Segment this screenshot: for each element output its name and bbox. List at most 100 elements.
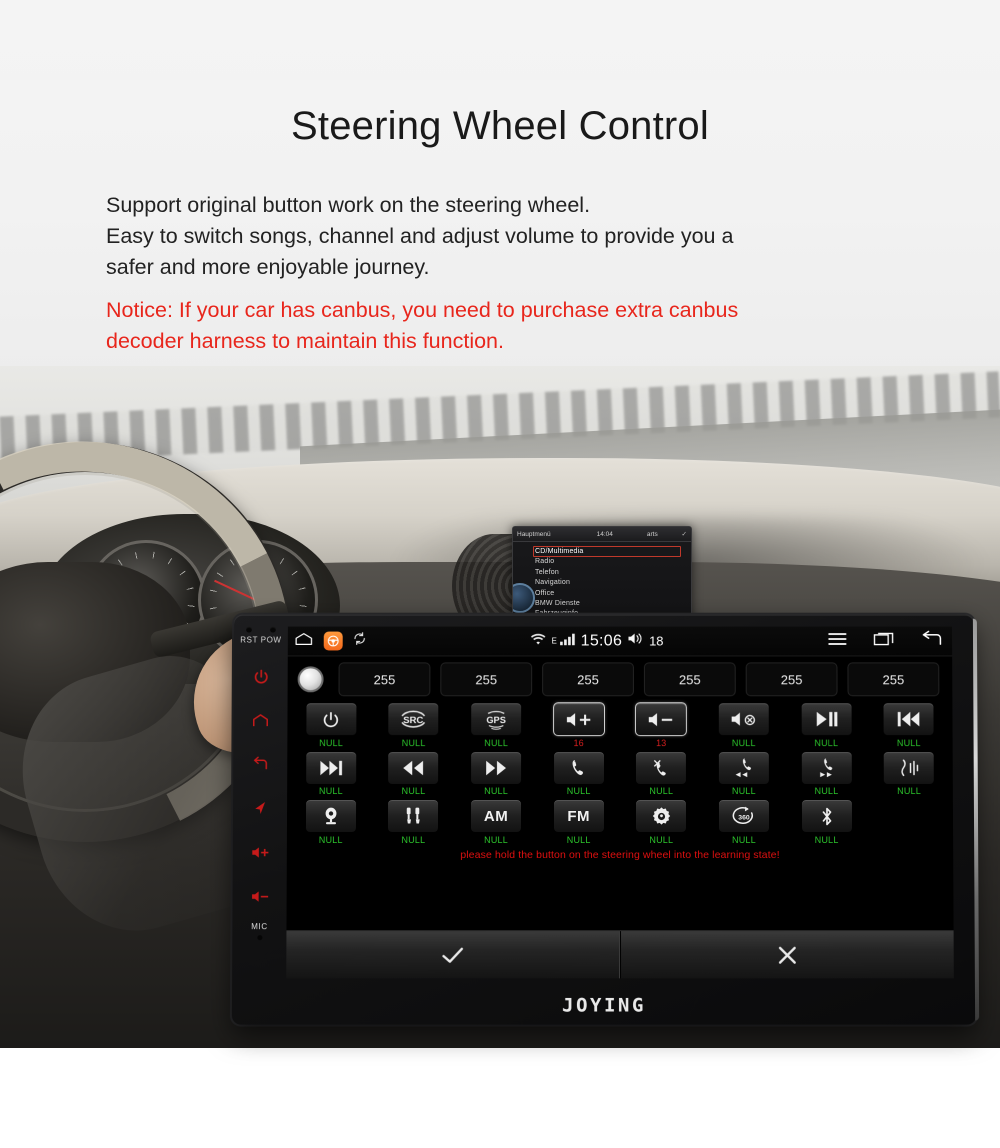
navigation-button[interactable] xyxy=(245,796,275,820)
key-value-field[interactable]: 255 xyxy=(745,662,838,697)
function-cell-360: 360 NULL xyxy=(706,799,782,845)
rst-pow-label: RST POW xyxy=(240,636,281,645)
phone-hangup-function-button[interactable] xyxy=(635,750,688,785)
learning-state-message: please hold the button on the steering w… xyxy=(460,848,780,861)
volume-down-function-button[interactable] xyxy=(635,702,688,737)
svg-text:GPS: GPS xyxy=(487,715,506,725)
fast-forward-function-button[interactable] xyxy=(470,750,523,785)
rewind-function-button[interactable] xyxy=(387,750,440,785)
function-cell-power: NULL xyxy=(293,702,369,748)
description-line-1: Support original button work on the stee… xyxy=(106,193,591,217)
function-label: NULL xyxy=(649,786,674,797)
pow-label: POW xyxy=(260,635,282,645)
function-cell-voice: NULL xyxy=(871,750,947,796)
key-value-field[interactable]: 255 xyxy=(338,662,431,697)
volume-up-function-button[interactable] xyxy=(552,702,605,737)
function-cell-play-pause: NULL xyxy=(788,702,864,748)
key-value-row: 255 255 255 255 255 255 xyxy=(288,656,953,700)
function-label: NULL xyxy=(401,786,426,797)
am-label: AM xyxy=(483,807,509,825)
aux-function-button[interactable] xyxy=(387,799,440,833)
back-button[interactable] xyxy=(245,752,275,776)
head-unit-device: RST POW MIC E 15:06 18 255 255 255 255 2… xyxy=(231,614,977,1025)
clock: 15:06 xyxy=(580,632,623,649)
phone-answer-function-button[interactable] xyxy=(552,750,605,785)
rotate-360-function-button[interactable]: 360 xyxy=(717,799,770,833)
canbus-notice: Notice: If your car has canbus, you need… xyxy=(106,295,896,357)
key-value-field[interactable]: 255 xyxy=(542,662,634,697)
power-button[interactable] xyxy=(246,664,276,688)
power-function-button[interactable] xyxy=(305,702,358,737)
function-label: NULL xyxy=(814,786,839,797)
play-pause-function-button[interactable] xyxy=(800,702,853,737)
previous-track-function-button[interactable] xyxy=(882,702,935,737)
volume-value: 18 xyxy=(649,633,664,649)
fm-function-button[interactable]: FM xyxy=(552,799,605,833)
android-status-bar: E 15:06 18 xyxy=(287,626,953,657)
function-cell-camera: NULL xyxy=(293,799,369,845)
sync-icon[interactable] xyxy=(353,632,367,651)
confirm-button[interactable] xyxy=(286,931,619,978)
function-label: NULL xyxy=(484,737,509,748)
steering-wheel-app-icon[interactable] xyxy=(323,631,343,651)
power-pinhole[interactable] xyxy=(269,626,276,633)
function-cell-settings: NULL xyxy=(623,799,699,845)
recents-icon[interactable] xyxy=(873,631,894,652)
phone-next-function-button[interactable] xyxy=(800,750,853,785)
volume-up-button[interactable] xyxy=(245,840,275,864)
svg-text:SRC: SRC xyxy=(404,715,424,726)
svg-text:360: 360 xyxy=(738,814,750,821)
function-cell-next: NULL xyxy=(293,750,369,797)
volume-down-button[interactable] xyxy=(245,884,275,908)
function-cell-previous: NULL xyxy=(871,702,947,748)
back-icon[interactable] xyxy=(920,630,942,652)
function-label: NULL xyxy=(319,737,344,748)
settings-function-button[interactable] xyxy=(635,799,688,833)
home-button[interactable] xyxy=(245,708,275,732)
status-led-indicator xyxy=(297,666,324,693)
volume-mute-function-button[interactable] xyxy=(717,702,770,737)
src-function-button[interactable]: SRC xyxy=(387,702,440,737)
device-screen: E 15:06 18 255 255 255 255 255 255 NULL … xyxy=(286,626,954,979)
function-label: 16 xyxy=(573,737,584,748)
header-section: Steering Wheel Control Support original … xyxy=(0,0,1000,372)
function-label: NULL xyxy=(731,737,756,748)
function-label: NULL xyxy=(732,834,756,845)
function-cell-aux: NULL xyxy=(376,799,452,845)
function-cell-volume-up: 16 xyxy=(541,702,617,748)
camera-function-button[interactable] xyxy=(304,799,357,833)
wifi-icon xyxy=(530,632,546,650)
grid-row: NULL SRC NULL GPS NULL 16 13 NULL NULL N… xyxy=(293,702,947,748)
phone-previous-function-button[interactable] xyxy=(717,750,770,785)
function-label: NULL xyxy=(814,737,839,748)
gps-function-button[interactable]: GPS xyxy=(470,702,523,737)
next-track-function-button[interactable] xyxy=(304,750,358,785)
function-cell-src: SRC NULL xyxy=(376,702,452,748)
menu-icon[interactable] xyxy=(827,631,847,651)
function-label: NULL xyxy=(319,786,343,797)
volume-icon[interactable] xyxy=(627,632,644,651)
grid-row: NULL NULL AM NULL FM NULL NULL 360 NULL … xyxy=(293,799,947,845)
bluetooth-function-button[interactable] xyxy=(800,799,853,833)
mic-label: MIC xyxy=(251,922,268,932)
description-line-3: safer and more enjoyable journey. xyxy=(106,255,430,279)
am-function-button[interactable]: AM xyxy=(470,799,523,833)
idrive-menu-item: Navigation xyxy=(535,579,571,587)
idrive-label: arts xyxy=(646,530,658,538)
key-value-field[interactable]: 255 xyxy=(440,662,533,697)
function-label: NULL xyxy=(649,834,674,845)
function-label: NULL xyxy=(566,786,591,797)
function-label: NULL xyxy=(401,737,426,748)
voice-command-function-button[interactable] xyxy=(882,750,936,785)
key-value-field[interactable]: 255 xyxy=(643,662,736,697)
key-value-field[interactable]: 255 xyxy=(847,662,940,697)
signal-bars-icon xyxy=(559,632,576,650)
function-label: NULL xyxy=(731,786,756,797)
function-cell-gps: GPS NULL xyxy=(458,702,534,748)
function-label: NULL xyxy=(896,737,921,748)
function-cell-phone-hangup: NULL xyxy=(623,750,699,797)
cancel-button[interactable] xyxy=(619,931,954,979)
idrive-selection-box xyxy=(533,546,681,557)
home-icon[interactable] xyxy=(294,631,314,651)
reset-pinhole[interactable] xyxy=(246,626,253,633)
